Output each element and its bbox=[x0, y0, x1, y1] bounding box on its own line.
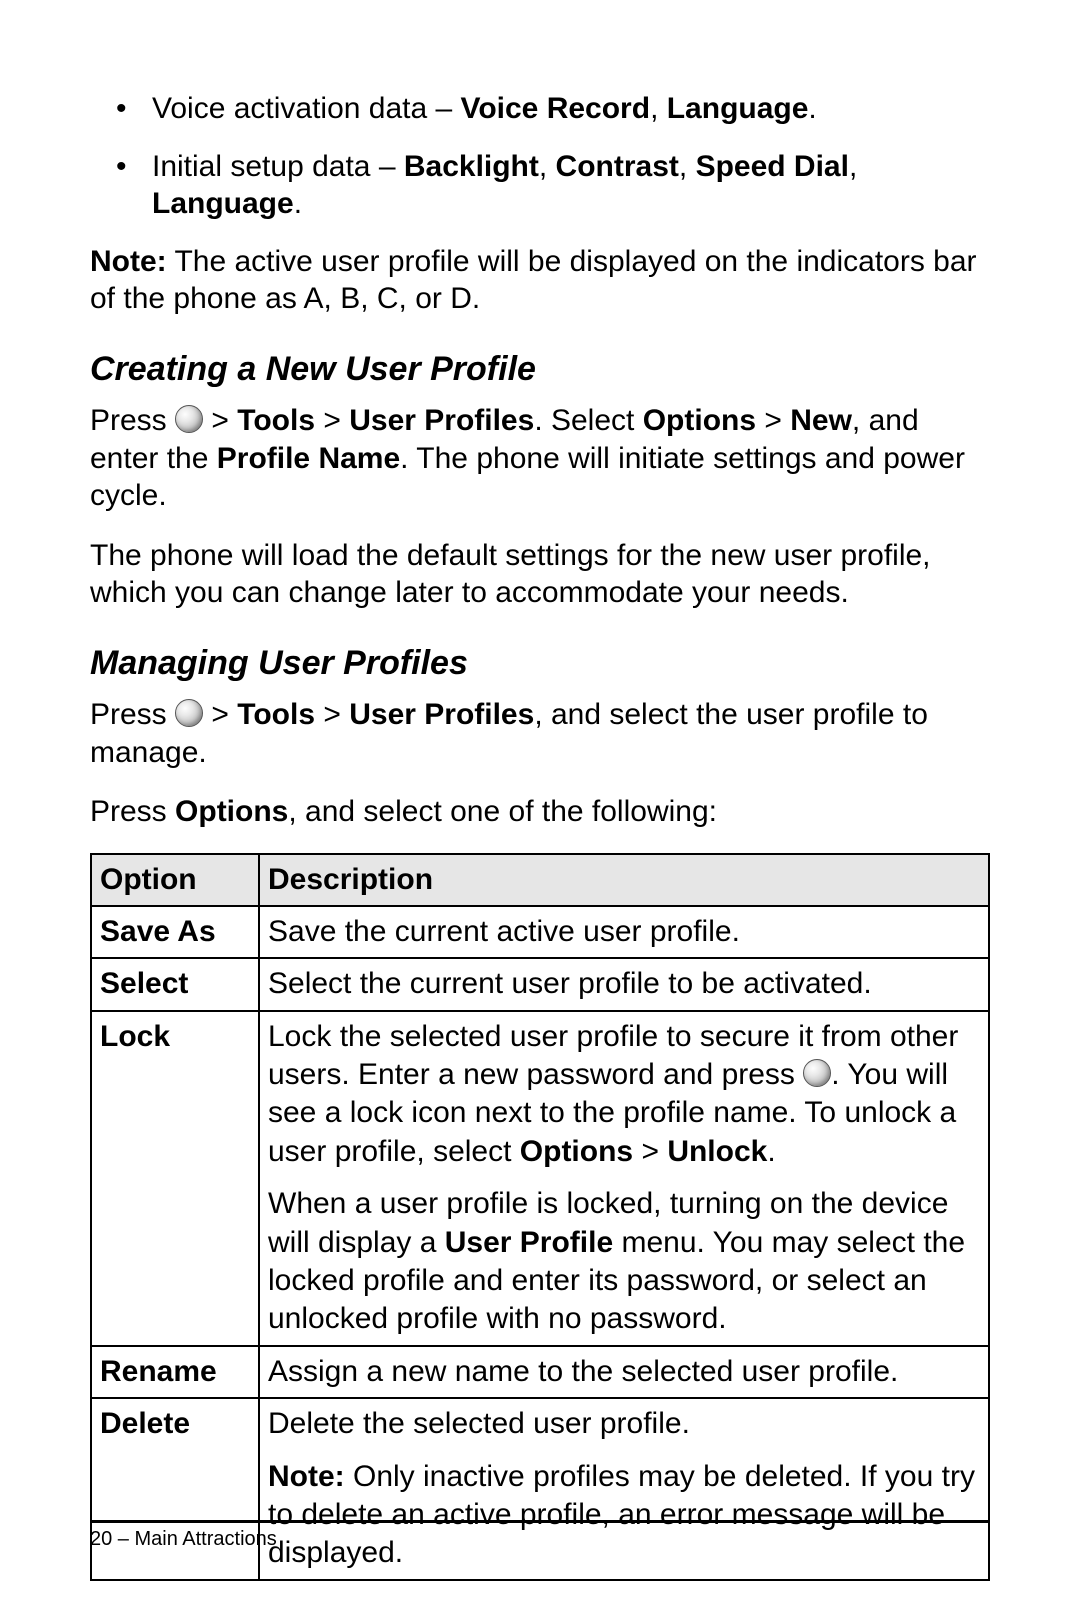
cell-paragraph: When a user profile is locked, turning o… bbox=[268, 1185, 980, 1339]
bold-text: Options bbox=[175, 795, 288, 828]
table-row: Rename Assign a new name to the selected… bbox=[91, 1346, 989, 1398]
page-footer: 20 – Main Attractions bbox=[90, 1520, 990, 1552]
body-text: > bbox=[315, 404, 349, 437]
body-text: , and select one of the following: bbox=[288, 795, 717, 828]
body-text: . bbox=[294, 187, 302, 220]
bold-text: User Profiles bbox=[349, 698, 534, 731]
bulleted-list: Voice activation data – Voice Record, La… bbox=[90, 90, 990, 223]
footer-text: 20 – Main Attractions bbox=[90, 1527, 990, 1552]
table-header-description: Description bbox=[259, 854, 989, 906]
bold-text: Options bbox=[643, 404, 756, 437]
body-text: Press bbox=[90, 698, 175, 731]
table-cell-description: Delete the selected user profile. Note: … bbox=[259, 1398, 989, 1580]
body-text: > bbox=[203, 404, 237, 437]
bullet-item: Voice activation data – Voice Record, La… bbox=[152, 90, 990, 128]
bold-text: Profile Name bbox=[217, 442, 400, 475]
bold-text: Unlock bbox=[667, 1135, 767, 1168]
bold-text: Tools bbox=[237, 698, 315, 731]
body-text: The active user profile will be displaye… bbox=[90, 245, 977, 316]
body-text: . bbox=[767, 1135, 775, 1168]
bold-text: Options bbox=[520, 1135, 633, 1168]
body-text: Only inactive profiles may be deleted. I… bbox=[268, 1460, 975, 1570]
footer-rule bbox=[90, 1520, 990, 1523]
table-cell-option: Rename bbox=[91, 1346, 259, 1398]
body-paragraph: Press > Tools > User Profiles. Select Op… bbox=[90, 402, 990, 515]
note-label: Note: bbox=[90, 245, 167, 278]
body-text: Voice activation data – bbox=[152, 92, 461, 125]
table-row: Lock Lock the selected user profile to s… bbox=[91, 1011, 989, 1346]
body-text: , bbox=[679, 150, 696, 183]
body-paragraph: Press Options, and select one of the fol… bbox=[90, 793, 990, 831]
bold-text: Voice Record bbox=[461, 92, 651, 125]
menu-key-icon bbox=[175, 699, 203, 727]
bold-text: Language bbox=[152, 187, 294, 220]
menu-key-icon bbox=[175, 405, 203, 433]
body-text: Press bbox=[90, 795, 175, 828]
body-text: . Select bbox=[534, 404, 642, 437]
cell-paragraph: Lock the selected user profile to secure… bbox=[268, 1018, 980, 1172]
body-text: > bbox=[203, 698, 237, 731]
cell-paragraph: Note: Only inactive profiles may be dele… bbox=[268, 1458, 980, 1573]
bold-text: User Profiles bbox=[349, 404, 534, 437]
table-cell-description: Lock the selected user profile to secure… bbox=[259, 1011, 989, 1346]
bullet-item: Initial setup data – Backlight, Contrast… bbox=[152, 148, 990, 223]
body-text: > bbox=[315, 698, 349, 731]
table-row: Save As Save the current active user pro… bbox=[91, 906, 989, 958]
body-text: Press bbox=[90, 404, 175, 437]
document-page: Voice activation data – Voice Record, La… bbox=[0, 0, 1080, 1622]
table-cell-option: Select bbox=[91, 958, 259, 1010]
bold-text: Contrast bbox=[556, 150, 679, 183]
body-text: > bbox=[633, 1135, 667, 1168]
table-row: Delete Delete the selected user profile.… bbox=[91, 1398, 989, 1580]
bold-text: Tools bbox=[237, 404, 315, 437]
options-table: Option Description Save As Save the curr… bbox=[90, 853, 990, 1581]
body-text: , bbox=[650, 92, 667, 125]
note-paragraph: Note: The active user profile will be di… bbox=[90, 243, 990, 318]
bold-text: Backlight bbox=[404, 150, 539, 183]
table-cell-option: Save As bbox=[91, 906, 259, 958]
section-heading: Managing User Profiles bbox=[90, 642, 990, 685]
menu-key-icon bbox=[803, 1059, 831, 1087]
body-text: , bbox=[849, 150, 857, 183]
body-text: . bbox=[808, 92, 816, 125]
body-paragraph: The phone will load the default settings… bbox=[90, 537, 990, 612]
bold-text: Language bbox=[667, 92, 809, 125]
section-heading: Creating a New User Profile bbox=[90, 348, 990, 391]
table-cell-option: Delete bbox=[91, 1398, 259, 1580]
bold-text: New bbox=[790, 404, 852, 437]
cell-paragraph: Delete the selected user profile. bbox=[268, 1405, 980, 1443]
table-cell-description: Assign a new name to the selected user p… bbox=[259, 1346, 989, 1398]
table-row: Select Select the current user profile t… bbox=[91, 958, 989, 1010]
table-cell-description: Select the current user profile to be ac… bbox=[259, 958, 989, 1010]
note-label: Note: bbox=[268, 1460, 345, 1493]
table-cell-description: Save the current active user profile. bbox=[259, 906, 989, 958]
table-cell-option: Lock bbox=[91, 1011, 259, 1346]
bold-text: Speed Dial bbox=[696, 150, 849, 183]
bold-text: User Profile bbox=[445, 1226, 613, 1259]
table-header-option: Option bbox=[91, 854, 259, 906]
body-paragraph: Press > Tools > User Profiles, and selec… bbox=[90, 696, 990, 771]
body-text: Initial setup data – bbox=[152, 150, 404, 183]
table-header-row: Option Description bbox=[91, 854, 989, 906]
body-text: > bbox=[756, 404, 790, 437]
body-text: , bbox=[539, 150, 556, 183]
